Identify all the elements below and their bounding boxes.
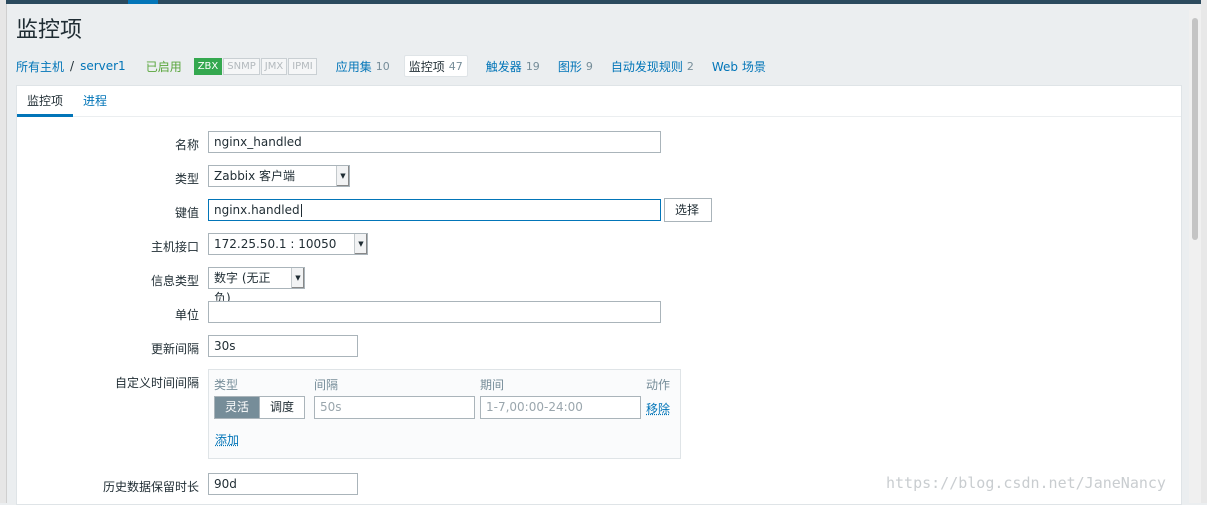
watermark: https://blog.csdn.net/JaneNancy — [886, 474, 1166, 492]
type-select[interactable]: Zabbix 客户端 ▼ — [208, 165, 350, 187]
interface-label: 主机接口 — [150, 240, 199, 254]
type-label: 类型 — [174, 172, 199, 186]
col-action: 动作 — [646, 378, 671, 392]
tag-ipmi: IPMI — [288, 57, 317, 75]
interval-input[interactable]: 30s — [208, 335, 358, 357]
history-input[interactable]: 90d — [208, 473, 358, 495]
item-form-panel: 监控项 进程 名称 nginx_handled 类型 Zabbix 客户端 ▼ 键… — [16, 85, 1182, 505]
nav-web-scenarios[interactable]: Web 场景 — [712, 56, 766, 76]
type-scheduling-button[interactable]: 调度 — [259, 397, 305, 418]
name-label: 名称 — [174, 138, 199, 152]
add-interval-link[interactable]: 添加 — [215, 431, 239, 448]
nav-items[interactable]: 监控项 47 — [403, 55, 468, 77]
breadcrumb-all-hosts[interactable]: 所有主机 — [16, 58, 64, 75]
type-flexible-button[interactable]: 灵活 — [215, 397, 260, 418]
history-label: 历史数据保留时长 — [102, 480, 199, 494]
interval-label: 更新间隔 — [150, 342, 199, 356]
nav-discovery-rules[interactable]: 自动发现规则 2 — [611, 56, 694, 76]
custom-intervals-label: 自定义时间间隔 — [114, 376, 199, 390]
scrollbar-thumb[interactable] — [1192, 18, 1198, 240]
top-bar — [6, 0, 1201, 4]
col-type: 类型 — [214, 378, 239, 392]
chevron-down-icon: ▼ — [291, 268, 304, 288]
info-type-label: 信息类型 — [150, 274, 199, 288]
col-period: 期间 — [480, 378, 505, 392]
tag-snmp: SNMP — [223, 57, 260, 75]
units-input[interactable] — [208, 301, 661, 323]
select-key-button[interactable]: 选择 — [664, 198, 712, 222]
breadcrumb-separator: / — [70, 59, 75, 73]
availability-tags: ZBX SNMP JMX IPMI — [193, 57, 318, 75]
nav-triggers[interactable]: 触发器 19 — [486, 56, 540, 76]
custom-interval-input[interactable]: 50s — [314, 396, 475, 419]
top-bar-active-indicator — [128, 0, 158, 4]
info-type-select[interactable]: 数字 (无正负) ▼ — [208, 267, 305, 305]
page-title: 监控项 — [16, 18, 83, 43]
nav-applications[interactable]: 应用集 10 — [336, 56, 390, 76]
custom-intervals-table: 类型 间隔 期间 动作 灵活 调度 50s 1-7,00:00-24:00 移除… — [208, 369, 681, 459]
interval-type-toggle: 灵活 调度 — [214, 396, 306, 419]
remove-interval-link[interactable]: 移除 — [646, 400, 670, 417]
key-input[interactable]: nginx.handled — [208, 199, 661, 221]
interface-select[interactable]: 172.25.50.1 : 10050 ▼ — [208, 233, 368, 255]
active-tab-underline — [17, 114, 73, 117]
tab-item[interactable]: 监控项 — [17, 92, 73, 117]
background-window-strip — [0, 0, 7, 503]
chevron-down-icon: ▼ — [354, 234, 367, 254]
chevron-down-icon: ▼ — [336, 166, 349, 186]
tag-zbx: ZBX — [193, 57, 223, 75]
text-cursor — [300, 204, 302, 217]
nav-graphs[interactable]: 图形 9 — [558, 56, 593, 76]
tag-jmx: JMX — [260, 57, 288, 75]
custom-period-input[interactable]: 1-7,00:00-24:00 — [480, 396, 641, 419]
host-navigation: 所有主机 / server1 已启用 ZBX SNMP JMX IPMI 应用集… — [16, 55, 766, 77]
key-label: 键值 — [174, 206, 199, 220]
host-status[interactable]: 已启用 — [146, 58, 182, 75]
vertical-scrollbar[interactable] — [1189, 10, 1201, 503]
breadcrumb-host[interactable]: server1 — [80, 59, 126, 73]
col-interval: 间隔 — [314, 378, 339, 392]
units-label: 单位 — [174, 308, 199, 322]
background-window-strip-right — [1201, 0, 1207, 503]
form-tabs: 监控项 进程 — [17, 86, 1181, 117]
name-input[interactable]: nginx_handled — [208, 131, 661, 153]
tab-process[interactable]: 进程 — [83, 92, 107, 109]
